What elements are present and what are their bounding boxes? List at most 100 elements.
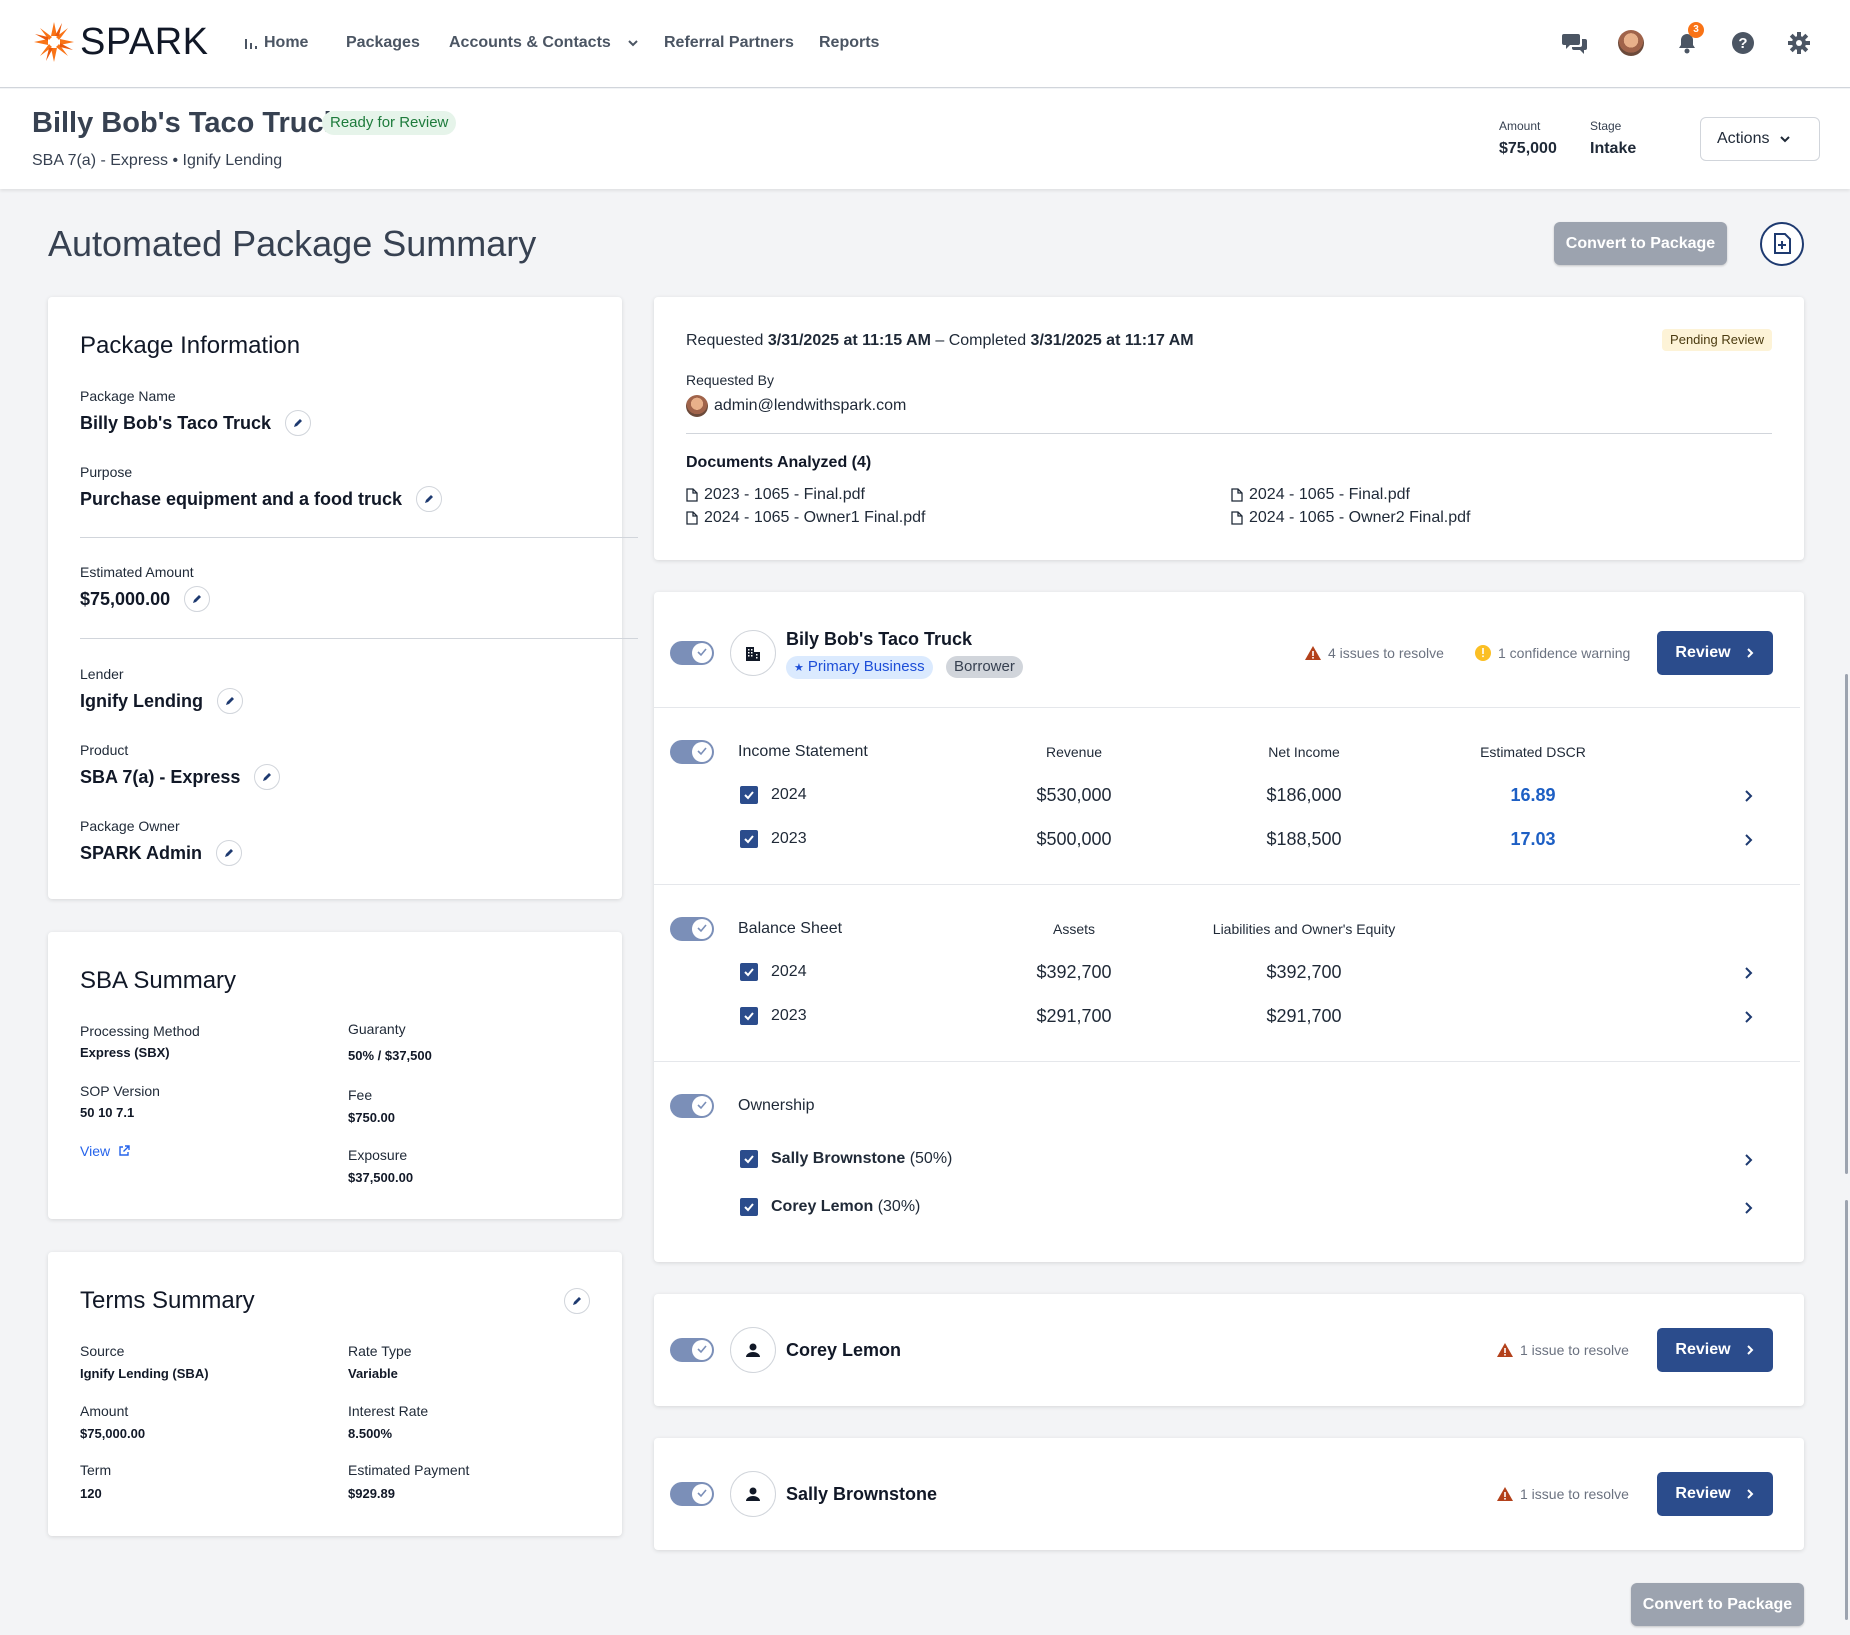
net-income-header: Net Income: [1268, 744, 1340, 760]
owner-pct: (50%): [909, 1150, 953, 1167]
amount-label: Amount: [80, 1403, 129, 1419]
document-item[interactable]: 2024 - 1065 - Final.pdf: [1231, 485, 1410, 505]
building-icon: [730, 630, 776, 676]
document-icon: [686, 511, 698, 525]
chevron-right-icon[interactable]: [1741, 833, 1755, 847]
nav-referral-partners[interactable]: Referral Partners: [664, 32, 794, 54]
status-badge: Ready for Review: [322, 111, 457, 135]
bell-icon[interactable]: 3: [1672, 22, 1704, 58]
pencil-icon[interactable]: [217, 688, 243, 714]
confidence-warning-indicator[interactable]: 1 confidence warning: [1474, 644, 1630, 662]
person-toggle[interactable]: [670, 1338, 714, 1362]
assets-value: $392,700: [1036, 962, 1112, 982]
checkbox-balance-2023[interactable]: [740, 1007, 758, 1025]
pencil-icon[interactable]: [416, 486, 443, 512]
issues-text: 1 issue to resolve: [1520, 1342, 1629, 1358]
document-icon: [686, 488, 698, 502]
balance-year: 2023: [771, 1007, 807, 1024]
nav-home[interactable]: Home: [244, 32, 308, 54]
issues-text: 1 issue to resolve: [1520, 1486, 1629, 1502]
chevron-right-icon[interactable]: [1741, 1153, 1755, 1167]
checkbox-income-2023[interactable]: [740, 830, 758, 848]
pencil-icon[interactable]: [285, 410, 311, 436]
income-year: 2023: [771, 830, 807, 847]
pencil-icon[interactable]: [216, 840, 243, 866]
bar-chart-icon: [245, 38, 257, 49]
actions-button[interactable]: Actions: [1700, 117, 1820, 161]
warning-triangle-icon: [1497, 1343, 1513, 1357]
section-divider: [654, 707, 1800, 708]
help-icon[interactable]: ?: [1728, 28, 1758, 58]
document-item[interactable]: 2024 - 1065 - Owner1 Final.pdf: [686, 508, 925, 528]
checkbox-income-2024[interactable]: [740, 786, 758, 804]
chevron-right-icon[interactable]: [1741, 1010, 1755, 1024]
source-value: Ignify Lending (SBA): [80, 1366, 209, 1381]
review-business-button[interactable]: Review: [1657, 631, 1773, 675]
document-item[interactable]: 2024 - 1065 - Owner2 Final.pdf: [1231, 508, 1470, 528]
document-name: 2023 - 1065 - Final.pdf: [704, 486, 865, 503]
product-text: SBA 7(a) - Express: [80, 767, 241, 787]
nav-accounts-contacts[interactable]: Accounts & Contacts: [449, 32, 639, 54]
checkbox-balance-2024[interactable]: [740, 963, 758, 981]
pencil-icon[interactable]: [564, 1288, 590, 1314]
exposure-value: $37,500.00: [348, 1170, 414, 1185]
package-header: Billy Bob's Taco Truck Ready for Review …: [0, 89, 1850, 189]
person-toggle[interactable]: [670, 1482, 714, 1506]
scrollbar[interactable]: [1845, 674, 1848, 1174]
add-document-button[interactable]: [1760, 222, 1804, 266]
fee-label: Fee: [348, 1087, 373, 1103]
issues-indicator[interactable]: 1 issue to resolve: [1496, 1341, 1629, 1359]
user-avatar[interactable]: [1616, 28, 1646, 58]
lender-value: Ignify Lending: [80, 688, 243, 714]
chevron-right-icon[interactable]: [1741, 1201, 1755, 1215]
brand-name: SPARK: [80, 21, 209, 63]
balance-sheet-toggle[interactable]: [670, 917, 714, 941]
nav-home-label: Home: [264, 34, 309, 51]
revenue-header: Revenue: [1045, 744, 1103, 760]
nav-reports[interactable]: Reports: [819, 32, 879, 54]
divider: [80, 537, 638, 538]
business-toggle[interactable]: [670, 641, 714, 665]
review-person-button[interactable]: Review: [1657, 1328, 1773, 1372]
scrollbar[interactable]: [1845, 1200, 1848, 1620]
dscr-value: 17.03: [1510, 829, 1556, 849]
assets-value: $291,700: [1036, 1006, 1112, 1026]
package-owner-text: SPARK Admin: [80, 843, 203, 863]
document-item[interactable]: 2023 - 1065 - Final.pdf: [686, 485, 865, 505]
exposure-label: Exposure: [348, 1147, 408, 1163]
purpose-value: Purchase equipment and a food truck: [80, 486, 443, 512]
business-name: Bily Bob's Taco Truck: [786, 629, 972, 649]
estimated-amount-text: $75,000.00: [80, 589, 171, 609]
product-value: SBA 7(a) - Express: [80, 764, 281, 790]
gear-icon[interactable]: [1784, 28, 1814, 58]
completed-at: 3/31/2025 at 11:17 AM: [1030, 332, 1194, 349]
pencil-icon[interactable]: [184, 586, 211, 612]
person-icon: [730, 1327, 776, 1373]
checkbox-owner[interactable]: [740, 1150, 758, 1168]
sop-label: SOP Version: [80, 1083, 160, 1099]
issues-indicator[interactable]: 4 issues to resolve: [1304, 644, 1444, 662]
documents-analyzed-title: Documents Analyzed (4): [686, 454, 872, 471]
convert-to-package-button-bottom[interactable]: Convert to Package: [1631, 1583, 1804, 1626]
completed-prefix: – Completed: [935, 332, 1027, 349]
svg-text:?: ?: [1738, 35, 1747, 52]
spark-logo[interactable]: SPARK: [32, 20, 209, 64]
chat-icon[interactable]: [1560, 28, 1590, 58]
person-card-sally-brownstone: Sally Brownstone 1 issue to resolve Revi…: [654, 1438, 1804, 1550]
convert-to-package-button[interactable]: Convert to Package: [1554, 222, 1727, 265]
issues-indicator[interactable]: 1 issue to resolve: [1496, 1485, 1629, 1503]
income-statement-toggle[interactable]: [670, 740, 714, 764]
section-divider: [654, 884, 1800, 885]
checkbox-owner[interactable]: [740, 1198, 758, 1216]
chevron-right-icon[interactable]: [1741, 789, 1755, 803]
pencil-icon[interactable]: [254, 764, 281, 790]
lender-text: Ignify Lending: [80, 691, 203, 711]
view-sop-link[interactable]: View: [80, 1142, 130, 1160]
review-person-button[interactable]: Review: [1657, 1472, 1773, 1516]
ownership-toggle[interactable]: [670, 1094, 714, 1118]
avatar: [686, 395, 708, 417]
actions-label: Actions: [1717, 130, 1770, 147]
nav-packages[interactable]: Packages: [346, 32, 420, 54]
assets-header: Assets: [1052, 921, 1095, 937]
chevron-right-icon[interactable]: [1741, 966, 1755, 980]
